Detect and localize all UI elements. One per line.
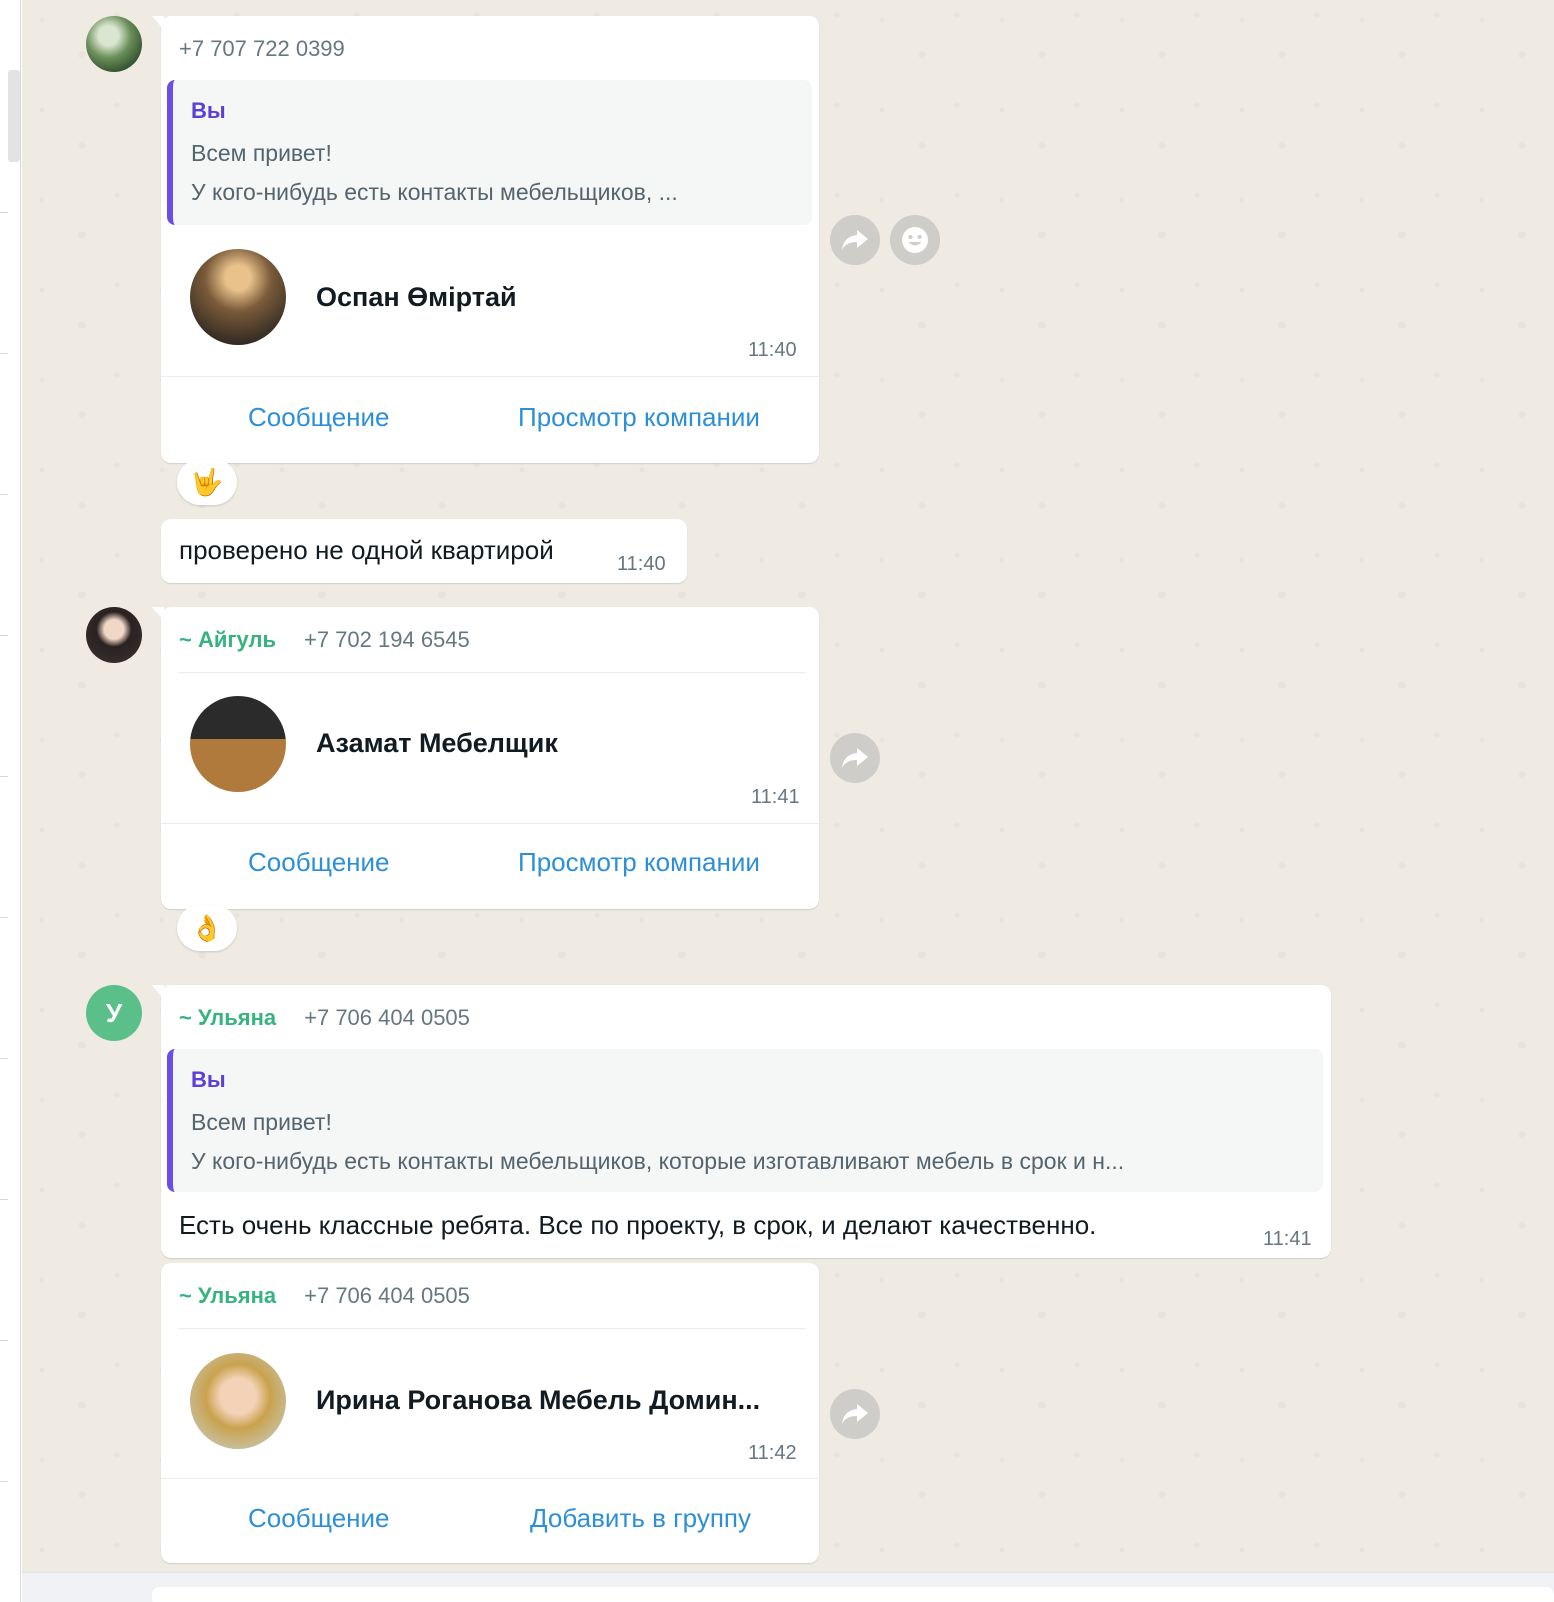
sender-phone[interactable]: +7 702 194 6545 xyxy=(304,627,470,653)
emoji-icon xyxy=(902,227,928,253)
message-time: 11:40 xyxy=(617,553,666,575)
view-business-button[interactable]: Просмотр компании xyxy=(518,402,760,433)
divider xyxy=(0,917,8,918)
forward-icon xyxy=(842,1404,868,1424)
quote-text-line2: У кого-нибудь есть контакты мебельщиков,… xyxy=(191,1148,1125,1174)
avatar[interactable]: У xyxy=(86,985,142,1041)
sender-phone[interactable]: +7 707 722 0399 xyxy=(179,36,345,62)
sender-header: ~ Ульяна +7 706 404 0505 xyxy=(179,1283,470,1309)
bubble-tail xyxy=(152,985,164,999)
sender-name[interactable]: ~ Айгуль xyxy=(179,627,276,653)
contact-name[interactable]: Оспан Өміртай xyxy=(316,282,517,313)
sender-phone[interactable]: +7 706 404 0505 xyxy=(304,1005,470,1031)
sender-header: +7 707 722 0399 xyxy=(179,36,345,62)
divider xyxy=(161,376,819,377)
message-time: 11:41 xyxy=(1263,1228,1312,1250)
message-time: 11:42 xyxy=(748,1442,797,1464)
message-time: 11:40 xyxy=(748,339,797,361)
reaction-badge[interactable]: 🤟 xyxy=(177,459,237,505)
quoted-message[interactable]: Вы Всем привет! У кого-нибудь есть конта… xyxy=(167,1049,1323,1192)
message-text: Есть очень классные ребята. Все по проек… xyxy=(179,1210,1097,1240)
add-to-group-button[interactable]: Добавить в группу xyxy=(530,1503,751,1534)
sender-name[interactable]: ~ Ульяна xyxy=(179,1283,276,1309)
contact-avatar[interactable] xyxy=(190,1353,286,1449)
avatar[interactable] xyxy=(86,607,142,663)
divider xyxy=(0,494,8,495)
bubble-tail xyxy=(152,607,164,621)
text-message: проверено не одной квартирой 11:40 xyxy=(161,519,687,583)
quote-text-line1: Всем привет! xyxy=(191,1109,332,1135)
sender-phone[interactable]: +7 706 404 0505 xyxy=(304,1283,470,1309)
divider xyxy=(0,635,8,636)
message-contact-button[interactable]: Сообщение xyxy=(248,402,390,433)
quoted-message[interactable]: Вы Всем привет! У кого-нибудь есть конта… xyxy=(167,80,812,225)
divider xyxy=(0,353,8,354)
bubble-tail xyxy=(152,16,164,30)
message-contact-button[interactable]: Сообщение xyxy=(248,847,390,878)
chat-area: +7 707 722 0399 Вы Всем привет! У кого-н… xyxy=(22,0,1554,1572)
contact-name[interactable]: Ирина Роганова Мебель Домин... xyxy=(316,1385,760,1416)
message-text: проверено не одной квартирой xyxy=(179,535,554,565)
contact-card-message: ~ Ульяна +7 706 404 0505 Ирина Роганова … xyxy=(161,1263,819,1563)
contact-card-message: ~ Айгуль +7 702 194 6545 Азамат Мебелщик… xyxy=(152,607,819,909)
scrollbar-thumb[interactable] xyxy=(8,70,20,162)
reply-message: ~ Ульяна +7 706 404 0505 Вы Всем привет!… xyxy=(152,985,1331,1258)
contact-card-message: +7 707 722 0399 Вы Всем привет! У кого-н… xyxy=(152,16,819,463)
divider xyxy=(0,1340,8,1341)
message-input[interactable] xyxy=(152,1587,1554,1602)
composer-bar xyxy=(22,1572,1554,1602)
divider xyxy=(179,1328,805,1329)
reaction-badge[interactable]: 👌 xyxy=(177,905,237,951)
sender-header: ~ Айгуль +7 702 194 6545 xyxy=(179,627,470,653)
divider xyxy=(0,212,8,213)
quote-author: Вы xyxy=(191,98,226,123)
sender-header: ~ Ульяна +7 706 404 0505 xyxy=(179,1005,470,1031)
left-panel-edge xyxy=(0,0,21,1602)
divider xyxy=(179,672,805,673)
divider xyxy=(161,823,819,824)
quote-text-line2: У кого-нибудь есть контакты мебельщиков,… xyxy=(191,179,678,205)
contact-avatar[interactable] xyxy=(190,696,286,792)
forward-button[interactable] xyxy=(830,215,880,265)
divider xyxy=(0,1481,8,1482)
message-time: 11:41 xyxy=(751,786,800,808)
react-button[interactable] xyxy=(890,215,940,265)
view-business-button[interactable]: Просмотр компании xyxy=(518,847,760,878)
avatar[interactable] xyxy=(86,16,142,72)
quote-text-line1: Всем привет! xyxy=(191,140,332,166)
message-contact-button[interactable]: Сообщение xyxy=(248,1503,390,1534)
divider xyxy=(0,1058,8,1059)
divider xyxy=(161,1478,819,1479)
contact-name[interactable]: Азамат Мебелщик xyxy=(316,728,558,759)
contact-avatar[interactable] xyxy=(190,249,286,345)
quote-author: Вы xyxy=(191,1067,226,1092)
forward-icon xyxy=(842,748,868,768)
sender-name[interactable]: ~ Ульяна xyxy=(179,1005,276,1031)
divider xyxy=(0,776,8,777)
forward-icon xyxy=(842,230,868,250)
forward-button[interactable] xyxy=(830,1389,880,1439)
divider xyxy=(0,1199,8,1200)
forward-button[interactable] xyxy=(830,733,880,783)
